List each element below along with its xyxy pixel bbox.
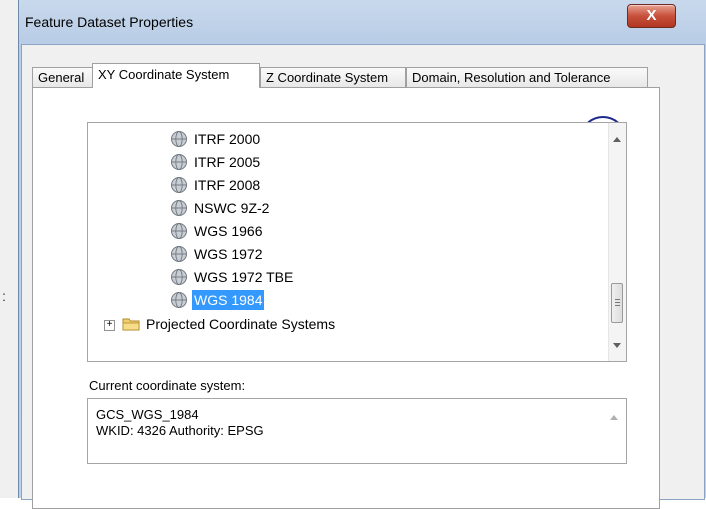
tree-item-label: WGS 1972 [194, 246, 263, 262]
current-coordinate-system-label: Current coordinate system: [89, 378, 246, 393]
close-button[interactable]: X [627, 4, 676, 28]
tab-domain-resolution-tolerance[interactable]: Domain, Resolution and Tolerance [406, 67, 648, 87]
background-window-strip: : [0, 0, 18, 498]
tree-folder-projected[interactable]: Projected Coordinate Systems [146, 314, 335, 334]
tab-general[interactable]: General [32, 67, 94, 87]
globe-icon [171, 154, 187, 170]
scroll-thumb[interactable] [611, 283, 623, 323]
expand-projected-button[interactable]: + [104, 320, 115, 331]
scroll-down-arrow-icon[interactable] [613, 343, 621, 348]
globe-icon [171, 269, 187, 285]
current-coordinate-system-box[interactable]: GCS_WGS_1984 WKID: 4326 Authority: EPSG [87, 398, 627, 464]
scroll-up-arrow-icon[interactable] [610, 415, 618, 420]
globe-icon [171, 177, 187, 193]
globe-icon [171, 223, 187, 239]
current-cs-name: GCS_WGS_1984 [96, 407, 199, 422]
tree-item-label: ITRF 2008 [194, 177, 261, 193]
tab-z-coordinate-system[interactable]: Z Coordinate System [260, 67, 406, 87]
tree-vertical-scrollbar[interactable] [608, 123, 626, 361]
grip-line [615, 302, 620, 303]
tree-item-label: NSWC 9Z-2 [194, 200, 270, 216]
grip-line [615, 299, 620, 300]
tree-item-label: ITRF 2000 [194, 131, 261, 147]
dialog-title: Feature Dataset Properties [25, 14, 194, 30]
globe-icon [171, 200, 187, 216]
feature-dataset-properties-dialog: Feature Dataset Properties X General XY … [18, 0, 706, 509]
title-bar[interactable]: Feature Dataset Properties X [19, 0, 706, 44]
tree-item-label: WGS 1972 TBE [194, 269, 294, 285]
background-colon: : [2, 288, 6, 304]
globe-icon [171, 131, 187, 147]
tab-xy-coordinate-system[interactable]: XY Coordinate System [92, 63, 260, 88]
globe-icon [171, 292, 187, 308]
tree-item-label: ITRF 2005 [194, 154, 261, 170]
tree-item-label: WGS 1966 [194, 223, 263, 239]
folder-icon [122, 318, 140, 331]
current-cs-wkid: WKID: 4326 Authority: EPSG [96, 423, 264, 438]
coordinate-system-tree[interactable]: ITRF 2000 ITRF 2005 ITRF 2008 NSWC 9Z-2 … [87, 122, 627, 362]
scroll-up-arrow-icon[interactable] [613, 137, 621, 142]
tree-item-label-selected: WGS 1984 [192, 290, 265, 310]
grip-line [615, 305, 620, 306]
globe-icon [171, 246, 187, 262]
